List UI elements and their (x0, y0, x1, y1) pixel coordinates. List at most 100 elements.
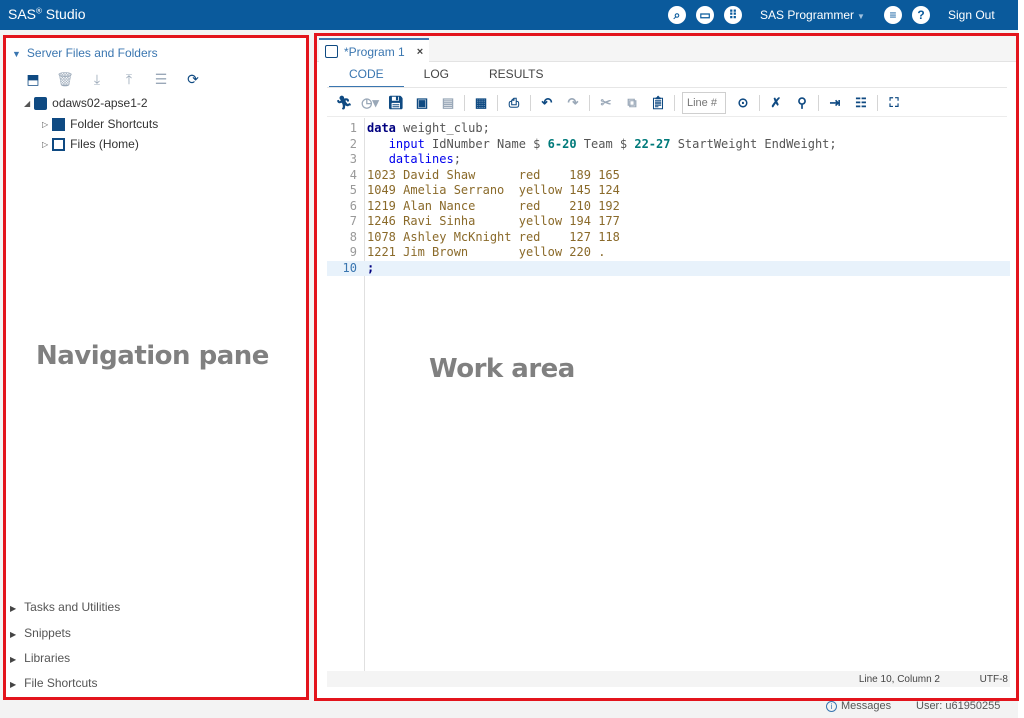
code-line[interactable]: 9 1221 Jim Brown yellow 220 . (327, 245, 1010, 261)
code-toolbar: 🏃︎ ◷▾ 💾︎ ▣ ▤ ▦ ⎙ ↶ ↷ ✂ ⧉ 📋︎ ⊙ ✗ ⚲ ⇥ ☷ ⛶ (331, 92, 907, 114)
run-icon[interactable]: 🏃︎ (331, 95, 357, 111)
search-icon[interactable]: ⌕ (668, 6, 686, 24)
code-token: 1219 Alan Nance red 210 192 (367, 198, 620, 213)
apps-grid-icon[interactable]: ⠿ (724, 6, 742, 24)
code-token: ; (453, 152, 461, 166)
code-editor[interactable]: 1 data weight_club; 2 input IdNumber Name … (327, 118, 1010, 673)
line-number-input[interactable] (682, 92, 726, 114)
format-code-icon[interactable]: ☷ (848, 95, 874, 111)
code-token: StartWeight EndWeight; (670, 136, 837, 151)
cursor-position: Line 10, Column 2 (858, 674, 940, 685)
delete-icon[interactable]: 🗑 (56, 71, 74, 88)
code-text: 1246 Ravi Sinha yellow 194 177 (367, 214, 620, 230)
code-line[interactable]: 4 1023 David Shaw red 189 165 (327, 168, 1010, 184)
folder-open-icon[interactable]: ▭ (696, 6, 714, 24)
redo-icon[interactable]: ↷ (560, 95, 586, 111)
code-line[interactable]: 1 data weight_club; (327, 121, 1010, 137)
code-line[interactable]: 8 1078 Ashley McKnight red 127 118 (327, 230, 1010, 246)
tab-log[interactable]: LOG (404, 67, 469, 88)
server-files-header[interactable]: ▼ Server Files and Folders (12, 46, 158, 60)
properties-icon[interactable]: ☰ (152, 71, 170, 88)
undo-icon[interactable]: ↶ (534, 95, 560, 111)
download-code-icon[interactable]: ▤ (435, 95, 461, 111)
tab-code[interactable]: CODE (329, 67, 404, 88)
code-token: data (367, 121, 396, 135)
code-line[interactable]: 6 1219 Alan Nance red 210 192 (327, 199, 1010, 215)
user-id: User: u61950255 (916, 700, 1001, 712)
server-icon (34, 96, 48, 110)
indent-icon[interactable]: ⇥ (822, 95, 848, 111)
caret-right-icon: ▶ (10, 604, 17, 613)
code-line[interactable]: 2 input IdNumber Name $ 6-20 Team $ 22-2… (327, 137, 1010, 153)
chevron-down-icon: ▼ (857, 12, 865, 21)
code-token: 1221 Jim Brown yellow 220 . (367, 245, 606, 259)
work-area-annotation: Work area (429, 354, 575, 384)
expanded-icon[interactable]: ◢ (24, 99, 30, 108)
export-icon[interactable]: ▦ (468, 95, 494, 111)
tab-results[interactable]: RESULTS (469, 67, 563, 88)
code-line[interactable]: 7 1246 Ravi Sinha yellow 194 177 (327, 214, 1010, 230)
save-as-icon[interactable]: ▣ (409, 95, 435, 111)
code-token: input (388, 136, 425, 151)
code-token: Team $ (576, 136, 635, 151)
code-text: data weight_club; (367, 121, 490, 137)
download-icon[interactable]: ⤓ (88, 71, 106, 88)
upload-icon[interactable]: ⤒ (120, 71, 138, 88)
encoding: UTF-8 (979, 674, 1008, 685)
collapsed-icon[interactable]: ▷ (42, 140, 48, 149)
section-file-shortcuts[interactable]: ▶ File Shortcuts (10, 676, 98, 690)
perspective-menu[interactable]: SAS Programmer ▼ (760, 8, 865, 22)
messages-link[interactable]: i Messages (826, 700, 891, 712)
code-line[interactable]: 5 1049 Amelia Serrano yellow 145 124 (327, 183, 1010, 199)
code-token: 1078 Ashley McKnight red 127 118 (367, 229, 620, 244)
separator (877, 95, 878, 111)
line-number: 3 (349, 152, 357, 166)
nav-toolbar: ⬒ 🗑 ⤓ ⤒ ☰ ⟳ (24, 71, 202, 88)
history-icon[interactable]: ◷▾ (357, 95, 383, 111)
code-token: 1023 David Shaw red 189 165 (367, 167, 620, 182)
help-icon[interactable]: ? (912, 6, 930, 24)
section-snippets[interactable]: ▶ Snippets (10, 626, 71, 640)
cut-icon[interactable]: ✂ (593, 95, 619, 111)
line-number: 2 (349, 136, 357, 151)
tree-item-folder-shortcuts[interactable]: ▷ Folder Shortcuts (42, 117, 158, 131)
tree-item-files-home[interactable]: ▷ Files (Home) (42, 137, 139, 151)
code-text: datalines; (367, 152, 461, 168)
section-tasks-and-utilities[interactable]: ▶ Tasks and Utilities (10, 600, 120, 614)
navigation-pane: ▼ Server Files and Folders ⬒ 🗑 ⤓ ⤒ ☰ ⟳ ◢ … (3, 35, 309, 700)
caret-right-icon: ▶ (10, 680, 17, 689)
separator (589, 95, 590, 111)
work-area: *Program 1 × CODE LOG RESULTS 🏃︎ ◷▾ 💾︎ ▣… (314, 33, 1019, 701)
divider (327, 87, 1007, 88)
caret-right-icon: ▶ (10, 655, 17, 664)
code-token: datalines (388, 152, 454, 166)
go-to-line-icon[interactable]: ⊙ (730, 95, 756, 111)
line-number: 7 (349, 214, 357, 228)
app-header: SAS® Studio ⌕ ▭ ⠿ SAS Programmer ▼ ≡ ? Si… (0, 0, 1018, 30)
clear-icon[interactable]: ✗ (763, 95, 789, 111)
collapsed-icon[interactable]: ▷ (42, 120, 48, 129)
sign-out-link[interactable]: Sign Out (948, 8, 995, 22)
close-icon[interactable]: × (417, 46, 423, 58)
menu-icon[interactable]: ≡ (884, 6, 902, 24)
line-number: 8 (349, 229, 357, 244)
paste-icon[interactable]: 📋︎ (645, 95, 671, 111)
section-libraries[interactable]: ▶ Libraries (10, 651, 70, 665)
app-title: SAS® Studio (8, 6, 86, 22)
separator (464, 95, 465, 111)
copy-icon[interactable]: ⧉ (619, 95, 645, 111)
tab-program-1[interactable]: *Program 1 × (319, 38, 429, 63)
code-text: 1049 Amelia Serrano yellow 145 124 (367, 183, 620, 199)
refresh-icon[interactable]: ⟳ (184, 71, 202, 88)
code-line[interactable]: 10; (327, 260, 1010, 276)
new-item-icon[interactable]: ⬒ (24, 71, 42, 88)
tree-item-server[interactable]: ◢ odaws02-apse1-2 (24, 96, 148, 110)
line-number: 4 (349, 167, 357, 182)
code-token: 22-27 (634, 136, 671, 151)
save-icon[interactable]: 💾︎ (383, 95, 409, 111)
find-replace-icon[interactable]: ⚲ (789, 95, 815, 111)
code-line[interactable]: 3 datalines; (327, 152, 1010, 168)
maximize-icon[interactable]: ⛶ (881, 95, 907, 111)
print-icon[interactable]: ⎙ (501, 95, 527, 111)
